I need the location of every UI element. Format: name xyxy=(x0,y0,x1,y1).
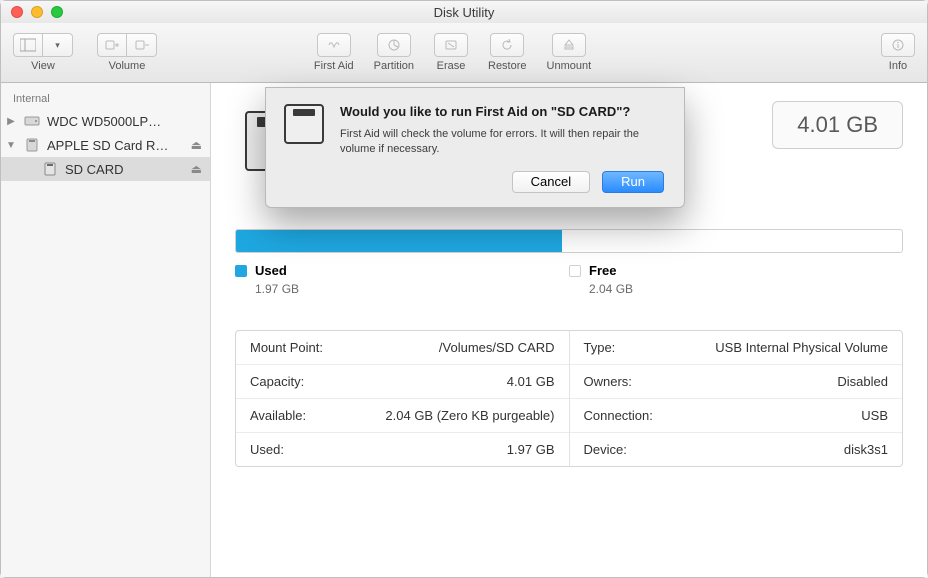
toolbar-erase-label: Erase xyxy=(437,60,466,72)
eject-icon[interactable]: ⏏ xyxy=(191,138,202,152)
first-aid-button[interactable] xyxy=(317,33,351,57)
disclosure-triangle-icon[interactable]: ▼ xyxy=(5,140,17,151)
erase-icon xyxy=(443,38,459,52)
capacity-box: 4.01 GB xyxy=(772,101,903,149)
info-icon xyxy=(890,38,906,52)
sidebar-section-internal: Internal xyxy=(1,91,210,109)
volume-add-icon xyxy=(104,38,120,52)
disclosure-triangle-icon[interactable]: ▶ xyxy=(5,116,17,127)
cancel-button[interactable]: Cancel xyxy=(512,171,590,193)
toolbar-unmount-label: Unmount xyxy=(547,60,592,72)
chevron-down-icon: ▾ xyxy=(55,40,60,51)
detail-row-owners: Owners:Disabled xyxy=(570,365,903,399)
first-aid-dialog: Would you like to run First Aid on "SD C… xyxy=(265,87,685,208)
dialog-heading: Would you like to run First Aid on "SD C… xyxy=(340,104,664,119)
info-button[interactable] xyxy=(881,33,915,57)
sidebar-item-sd-card[interactable]: SD CARD ⏏ xyxy=(1,157,210,181)
detail-row-device: Device:disk3s1 xyxy=(570,433,903,466)
toolbar-volume-group: Volume xyxy=(97,33,157,72)
erase-button[interactable] xyxy=(434,33,468,57)
restore-icon xyxy=(499,38,515,52)
usage-bar xyxy=(235,229,903,253)
sidebar-item-apple-sd-reader[interactable]: ▼ APPLE SD Card R… ⏏ xyxy=(1,133,210,157)
run-button[interactable]: Run xyxy=(602,171,664,193)
toolbar-view-label: View xyxy=(31,60,55,72)
detail-row-available: Available:2.04 GB (Zero KB purgeable) xyxy=(236,399,569,433)
volume-add-button[interactable] xyxy=(97,33,127,57)
sidebar-item-label: SD CARD xyxy=(65,162,185,177)
detail-row-capacity: Capacity:4.01 GB xyxy=(236,365,569,399)
sidebar: Internal ▶ WDC WD5000LP… ▼ APPLE SD Card… xyxy=(1,83,211,577)
volume-remove-icon xyxy=(134,38,150,52)
toolbar-view-group: ▾ View xyxy=(13,33,73,72)
free-label: Free xyxy=(589,263,616,278)
toolbar-info-label: Info xyxy=(889,60,907,72)
titlebar: Disk Utility xyxy=(1,1,927,23)
sidebar-icon xyxy=(20,38,36,52)
sidebar-item-label: APPLE SD Card R… xyxy=(47,138,185,153)
toolbar-partition-label: Partition xyxy=(374,60,414,72)
sd-card-icon xyxy=(41,162,59,176)
hdd-icon xyxy=(23,114,41,128)
partition-icon xyxy=(386,38,402,52)
eject-icon[interactable]: ⏏ xyxy=(191,162,202,176)
toolbar-restore-label: Restore xyxy=(488,60,527,72)
toolbar-volume-label: Volume xyxy=(109,60,146,72)
used-value: 1.97 GB xyxy=(255,282,569,296)
used-swatch xyxy=(235,265,247,277)
free-swatch xyxy=(569,265,581,277)
window-title: Disk Utility xyxy=(1,5,927,20)
details-grid: Mount Point:/Volumes/SD CARD Capacity:4.… xyxy=(235,330,903,467)
toolbar-info-group: Info xyxy=(881,33,915,72)
toolbar: ▾ View Volume First Aid Partition Erase … xyxy=(1,23,927,83)
restore-button[interactable] xyxy=(490,33,524,57)
sd-reader-icon xyxy=(23,138,41,152)
detail-row-used: Used:1.97 GB xyxy=(236,433,569,466)
partition-button[interactable] xyxy=(377,33,411,57)
detail-row-connection: Connection:USB xyxy=(570,399,903,433)
capacity-value: 4.01 GB xyxy=(772,101,903,149)
dialog-description: First Aid will check the volume for erro… xyxy=(340,127,664,157)
first-aid-icon xyxy=(326,38,342,52)
unmount-button[interactable] xyxy=(552,33,586,57)
disk-utility-window: Disk Utility ▾ View Volume First Aid Par… xyxy=(0,0,928,578)
usage-bar-used xyxy=(236,230,562,252)
used-label: Used xyxy=(255,263,287,278)
detail-row-mountpoint: Mount Point:/Volumes/SD CARD xyxy=(236,331,569,365)
toolbar-center: First Aid Partition Erase Restore Unmoun… xyxy=(314,33,591,72)
view-mode-button[interactable] xyxy=(13,33,43,57)
volume-remove-button[interactable] xyxy=(127,33,157,57)
unmount-icon xyxy=(561,38,577,52)
detail-row-type: Type:USB Internal Physical Volume xyxy=(570,331,903,365)
sidebar-item-label: WDC WD5000LP… xyxy=(47,114,202,129)
usage-legend: Used 1.97 GB Free 2.04 GB xyxy=(235,263,903,296)
dialog-icon xyxy=(284,104,324,157)
sidebar-item-wdc[interactable]: ▶ WDC WD5000LP… xyxy=(1,109,210,133)
toolbar-firstaid-label: First Aid xyxy=(314,60,354,72)
free-value: 2.04 GB xyxy=(589,282,903,296)
view-dropdown-button[interactable]: ▾ xyxy=(43,33,73,57)
